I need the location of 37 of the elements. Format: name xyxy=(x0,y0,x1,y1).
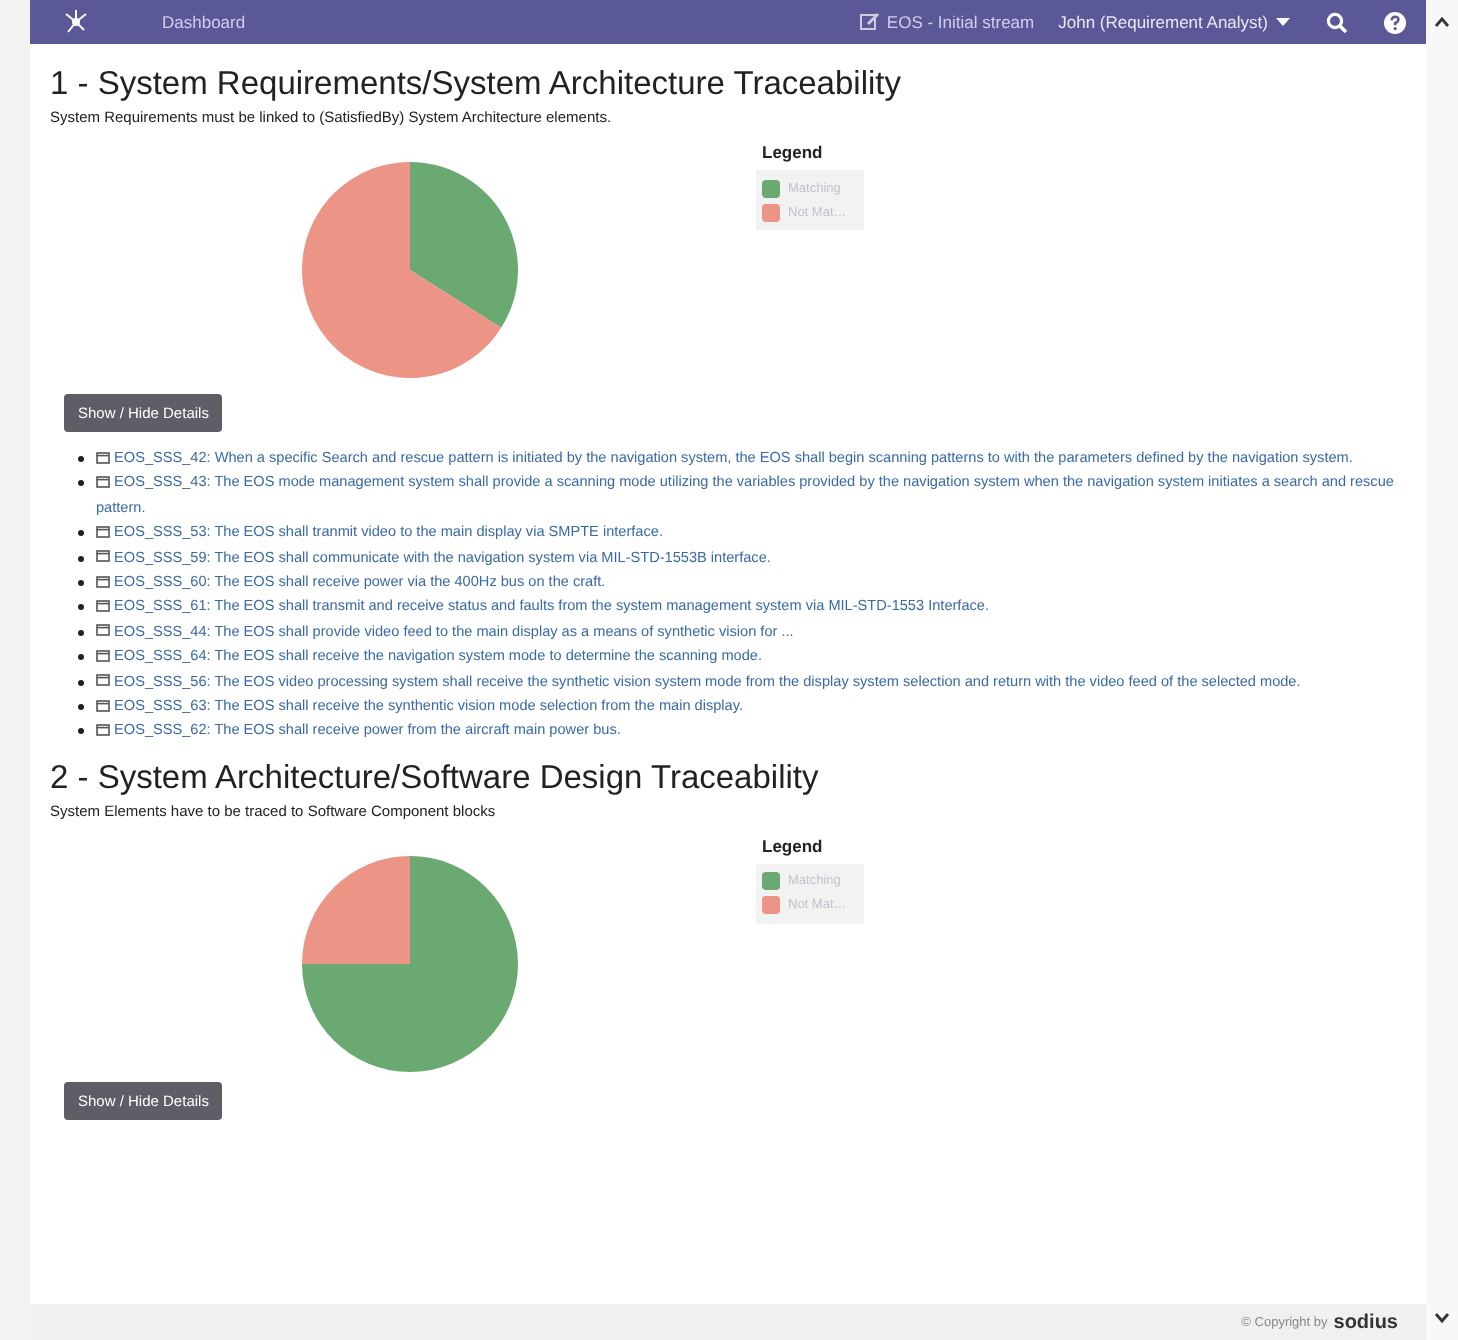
requirement-icon xyxy=(96,699,110,712)
bullet-icon xyxy=(78,728,84,735)
stream-link[interactable]: EOS - Initial stream xyxy=(860,12,1035,32)
bullet-icon xyxy=(78,704,84,711)
bullet-icon xyxy=(78,679,84,686)
bullet-icon xyxy=(78,654,84,661)
scroll-down-icon[interactable] xyxy=(1434,1312,1450,1324)
requirement-icon xyxy=(96,599,110,612)
requirement-icon xyxy=(96,723,110,736)
requirement-icon xyxy=(96,475,110,488)
requirement-icon xyxy=(96,624,110,637)
requirement-icon xyxy=(96,649,110,662)
scroll-up-icon[interactable] xyxy=(1434,16,1450,28)
requirement-icon xyxy=(96,575,110,588)
bullet-icon xyxy=(78,555,84,562)
requirement-icon xyxy=(96,550,110,563)
section-title: 1 - System Requirements/System Architecture Traceability xyxy=(50,64,903,104)
network-logo-icon[interactable] xyxy=(62,8,90,36)
requirement-icon xyxy=(96,674,110,687)
bullet-icon xyxy=(78,456,84,462)
bullet-icon xyxy=(78,604,84,611)
legend-title: Legend xyxy=(762,835,825,856)
legend-title: Legend xyxy=(762,142,825,162)
brand-logo: sodius xyxy=(1333,1311,1398,1333)
bullet-icon xyxy=(78,480,84,487)
requirement-icon xyxy=(96,525,110,538)
user-menu[interactable]: John (Requirement Analyst) xyxy=(1058,12,1290,32)
bullet-icon xyxy=(78,530,84,537)
edit-icon xyxy=(860,12,881,32)
help-icon[interactable] xyxy=(1384,11,1406,33)
search-icon[interactable] xyxy=(1326,11,1348,33)
dashboard-link[interactable]: Dashboard xyxy=(162,12,246,32)
caret-icon xyxy=(1276,17,1290,27)
requirement-icon xyxy=(96,451,110,463)
bullet-icon xyxy=(78,580,84,587)
section-title: 2 - System Architecture/Software Design Traceability xyxy=(50,757,821,798)
bullet-icon xyxy=(78,629,84,636)
